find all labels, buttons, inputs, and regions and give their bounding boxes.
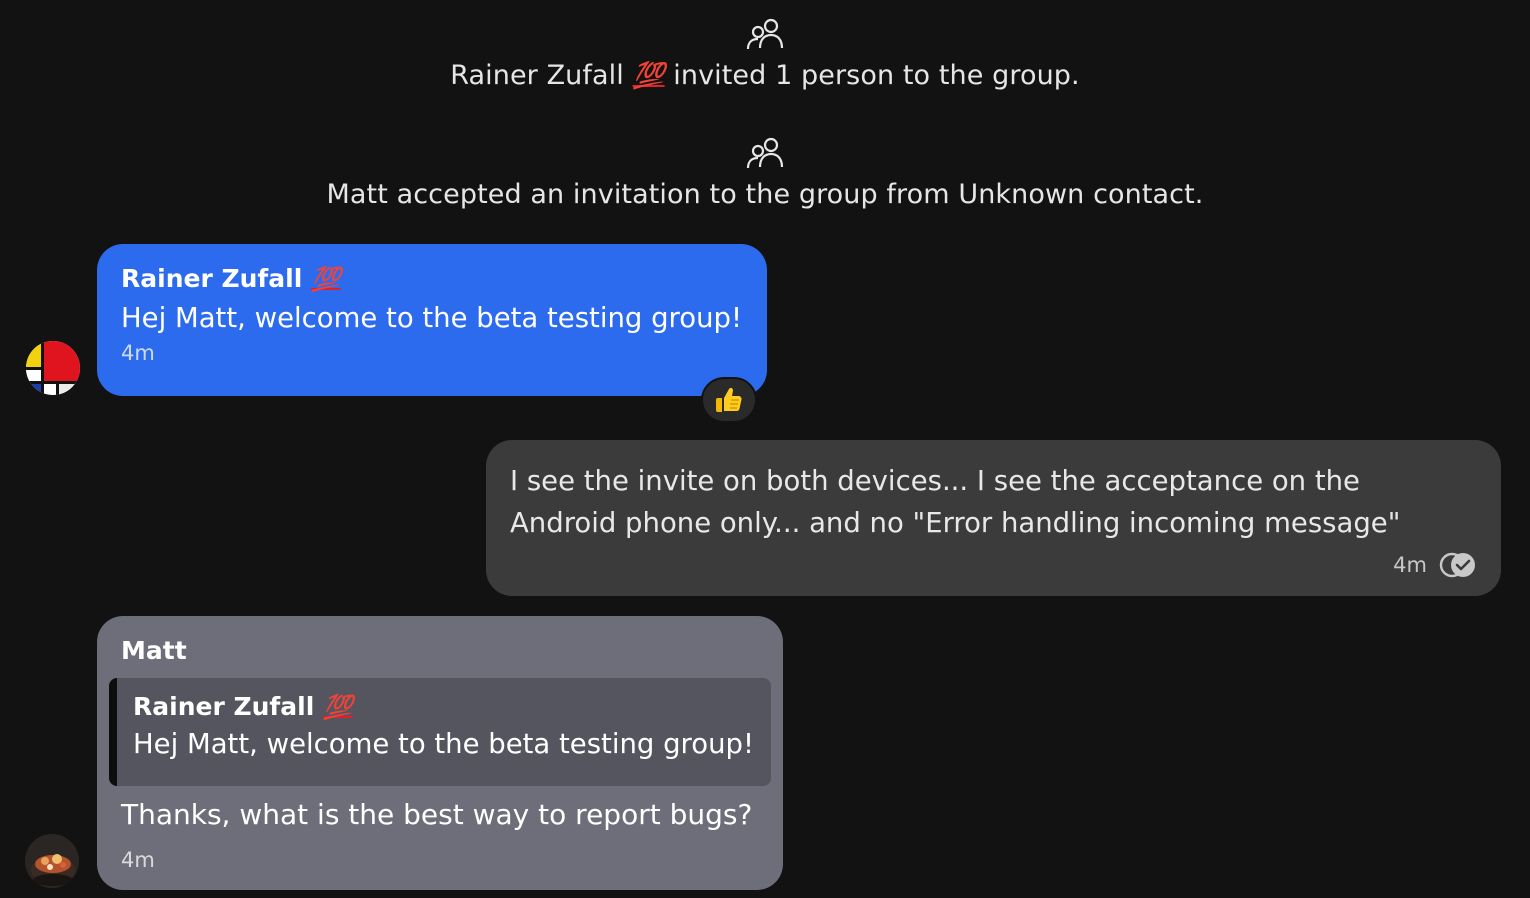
quoted-author-name: Rainer Zufall (133, 692, 315, 721)
avatar-rainer[interactable] (26, 341, 80, 395)
hundred-points-icon: 💯 (311, 265, 341, 293)
message-timestamp: 4m (121, 848, 155, 872)
quoted-body: Hej Matt, welcome to the beta testing gr… (133, 728, 754, 760)
group-icon (746, 18, 784, 50)
reaction-badge[interactable] (701, 377, 757, 423)
message-timestamp: 4m (121, 341, 155, 365)
message-bubble-incoming-reply[interactable]: Matt Rainer Zufall 💯 Hej Matt, welcome t… (97, 616, 783, 890)
message-body: Thanks, what is the best way to report b… (121, 798, 753, 831)
author-name: Rainer Zufall (121, 264, 303, 293)
avatar-photo-image (25, 834, 79, 888)
group-invite-notice: Rainer Zufall 💯 invited 1 person to the … (0, 18, 1530, 91)
notice-text: Matt accepted an invitation to the group… (326, 179, 1204, 210)
notice-text: Rainer Zufall 💯 invited 1 person to the … (0, 60, 1530, 91)
message-body: Hej Matt, welcome to the beta testing gr… (121, 302, 742, 334)
group-accept-notice: Matt accepted an invitation to the group… (0, 137, 1530, 210)
quoted-author: Rainer Zufall 💯 (133, 692, 755, 721)
avatar-mondrian-image (26, 341, 80, 395)
message-body-line-2: Android phone only... and no "Error hand… (510, 507, 1401, 539)
avatar-matt[interactable] (25, 834, 79, 888)
delivered-check-icon (1439, 552, 1475, 578)
message-body-line-1: I see the invite on both devices... I se… (510, 465, 1360, 497)
hundred-points-icon: 💯 (323, 693, 353, 721)
notice-actor[interactable]: Rainer Zufall (450, 60, 624, 91)
message-meta: 4m (1393, 552, 1477, 578)
message-bubble-incoming[interactable]: Rainer Zufall 💯 Hej Matt, welcome to the… (97, 244, 767, 396)
conversation-timeline: Rainer Zufall 💯 invited 1 person to the … (0, 0, 1530, 898)
message-timestamp: 4m (1393, 553, 1427, 577)
hundred-points-icon: 💯 (632, 61, 665, 91)
notice-action: invited 1 person to the group. (673, 60, 1080, 91)
thumbs-up-icon (716, 387, 742, 412)
message-bubble-outgoing[interactable]: I see the invite on both devices... I se… (486, 440, 1501, 596)
message-author[interactable]: Matt (121, 636, 759, 665)
group-icon (746, 137, 784, 169)
message-author[interactable]: Rainer Zufall 💯 (121, 264, 743, 293)
quoted-message[interactable]: Rainer Zufall 💯 Hej Matt, welcome to the… (109, 678, 771, 786)
